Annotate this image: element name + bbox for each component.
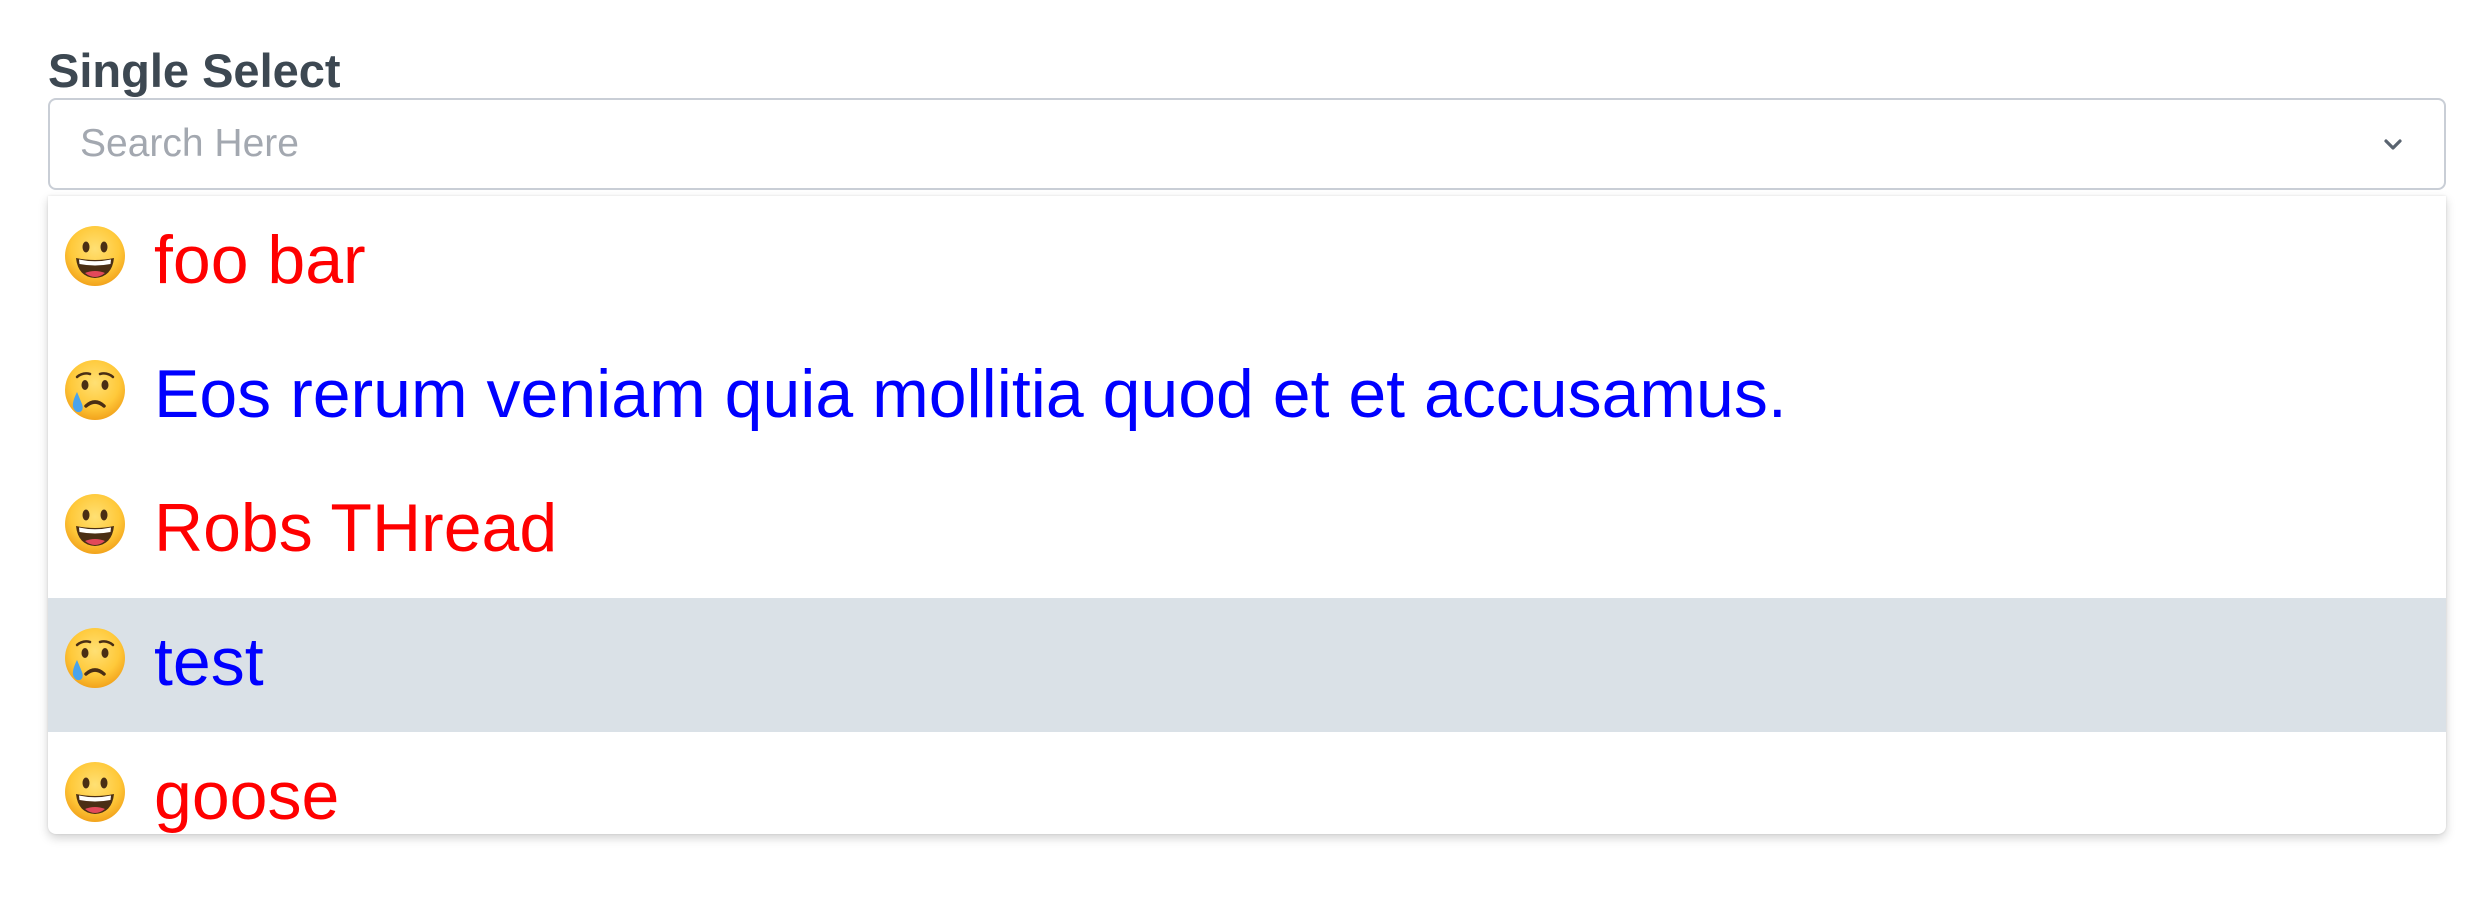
grinning-face-icon: [63, 760, 127, 824]
single-select[interactable]: [48, 98, 2446, 190]
option-foo-bar[interactable]: foo bar: [48, 196, 2446, 330]
option-label: foo bar: [154, 222, 366, 298]
crying-face-icon: [63, 626, 127, 690]
option-label: Eos rerum veniam quia mollitia quod et e…: [154, 356, 1787, 432]
option-test[interactable]: test: [48, 598, 2446, 732]
option-label: goose: [154, 758, 340, 834]
crying-face-icon: [63, 358, 127, 422]
field-label: Single Select: [48, 44, 341, 97]
grinning-face-icon: [63, 224, 127, 288]
option-label: test: [154, 624, 264, 700]
option-goose[interactable]: goose: [48, 732, 2446, 834]
option-robs-thread[interactable]: Robs THread: [48, 464, 2446, 598]
grinning-face-icon: [63, 492, 127, 556]
option-eos-rerum[interactable]: Eos rerum veniam quia mollitia quod et e…: [48, 330, 2446, 464]
search-input[interactable]: [80, 100, 2340, 188]
chevron-down-icon[interactable]: [2378, 130, 2408, 160]
dropdown-menu: foo bar Eos rerum veniam quia mollitia q…: [48, 196, 2446, 834]
option-label: Robs THread: [154, 490, 558, 566]
